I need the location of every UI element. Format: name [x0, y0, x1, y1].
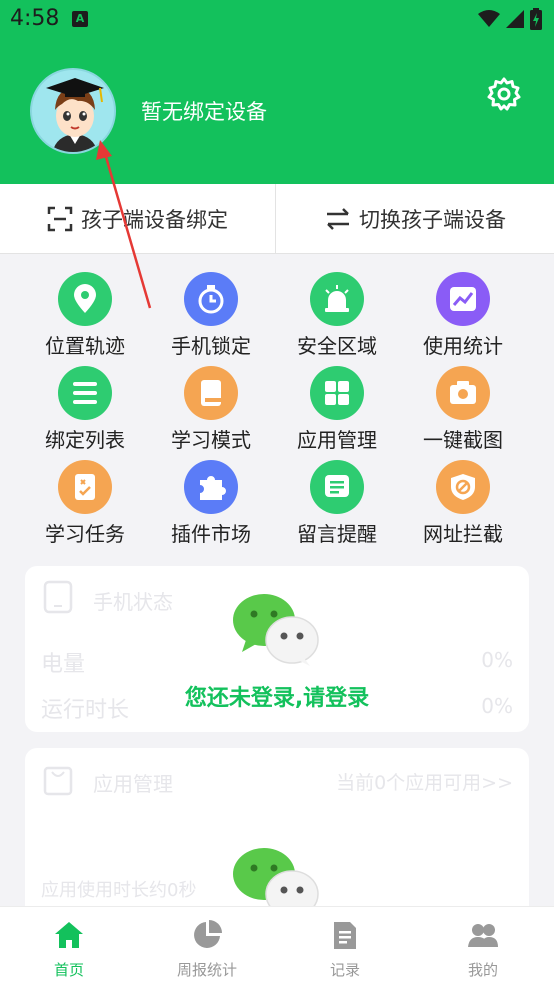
notification-badge: A [72, 11, 88, 27]
feature-label: 位置轨迹 [45, 334, 125, 358]
login-prompt[interactable]: 您还未登录,请登录 [0, 680, 554, 712]
battery-icon [530, 8, 542, 30]
feature-label: 网址拦截 [423, 522, 503, 546]
bind-device-label: 孩子端设备绑定 [81, 207, 228, 232]
message-icon [310, 460, 364, 514]
task-checklist-icon [58, 460, 112, 514]
feature-safe-zone[interactable]: 安全区域 [274, 272, 400, 366]
avatar[interactable] [30, 68, 116, 154]
app-manage-title: 应用管理 [93, 772, 173, 796]
wechat-icon[interactable] [232, 592, 322, 668]
status-bar: 4:58 A [0, 0, 554, 38]
feature-location-track[interactable]: 位置轨迹 [22, 272, 148, 366]
bind-status-text: 暂无绑定设备 [141, 100, 267, 124]
bottom-nav: 首页 周报统计 记录 我的 [0, 906, 554, 984]
nav-weekly-report[interactable]: 周报统计 [138, 907, 276, 984]
signal-icon [506, 10, 524, 28]
bind-device-button[interactable]: 孩子端设备绑定 [0, 184, 276, 253]
status-time: 4:58 [10, 6, 60, 31]
feature-app-manage[interactable]: 应用管理 [274, 366, 400, 460]
timer-icon [184, 272, 238, 326]
phone-status-title: 手机状态 [93, 590, 173, 614]
phone-icon [43, 580, 73, 614]
gear-icon[interactable] [487, 77, 521, 111]
battery-value: 0% [481, 648, 513, 672]
nav-mine[interactable]: 我的 [414, 907, 552, 984]
book-icon [184, 366, 238, 420]
app-grid-icon [310, 366, 364, 420]
switch-device-button[interactable]: 切换孩子端设备 [277, 184, 554, 253]
home-icon [55, 922, 83, 948]
document-icon [334, 922, 356, 949]
device-bind-bar: 孩子端设备绑定 切换孩子端设备 [0, 184, 554, 254]
feature-bind-list[interactable]: 绑定列表 [22, 366, 148, 460]
feature-label: 学习模式 [171, 428, 251, 452]
puzzle-icon [184, 460, 238, 514]
nav-label: 首页 [53, 961, 84, 979]
feature-message-reminder[interactable]: 留言提醒 [274, 460, 400, 554]
scan-icon [47, 206, 73, 231]
feature-label: 手机锁定 [171, 334, 251, 358]
wechat-icon [233, 848, 319, 908]
feature-usage-stats[interactable]: 使用统计 [400, 272, 526, 366]
swap-arrows-icon [327, 207, 349, 230]
feature-phone-lock[interactable]: 手机锁定 [148, 272, 274, 366]
bag-icon [43, 766, 73, 796]
alarm-lamp-icon [310, 272, 364, 326]
battery-label: 电量 [41, 652, 86, 677]
feature-screenshot[interactable]: 一键截图 [400, 366, 526, 460]
status-icons [478, 8, 542, 30]
feature-label: 安全区域 [297, 334, 377, 358]
feature-label: 留言提醒 [297, 522, 377, 546]
nav-label: 记录 [329, 961, 360, 979]
block-shield-icon [436, 460, 490, 514]
location-pin-icon [58, 272, 112, 326]
feature-study-task[interactable]: 学习任务 [22, 460, 148, 554]
nav-label: 我的 [467, 961, 498, 979]
feature-url-block[interactable]: 网址拦截 [400, 460, 526, 554]
feature-plugin-market[interactable]: 插件市场 [148, 460, 274, 554]
nav-records[interactable]: 记录 [276, 907, 414, 984]
apps-available-link[interactable]: 当前0个应用可用>> [336, 768, 513, 795]
feature-label: 使用统计 [423, 334, 503, 358]
feature-study-mode[interactable]: 学习模式 [148, 366, 274, 460]
profile-header: 4:58 A 暂无绑定设备 [0, 0, 554, 184]
camera-icon [436, 366, 490, 420]
users-icon [468, 924, 498, 947]
trend-chart-icon [436, 272, 490, 326]
wifi-icon [478, 10, 500, 27]
list-icon [58, 366, 112, 420]
feature-label: 一键截图 [423, 428, 503, 452]
pie-chart-icon [194, 920, 222, 948]
switch-device-label: 切换孩子端设备 [359, 207, 506, 232]
feature-label: 绑定列表 [45, 428, 125, 452]
feature-label: 学习任务 [45, 522, 125, 546]
nav-home[interactable]: 首页 [0, 907, 138, 984]
nav-label: 周报统计 [176, 961, 237, 979]
feature-label: 插件市场 [171, 522, 251, 546]
app-usage-text: 应用使用时长约0秒 [41, 880, 197, 901]
feature-label: 应用管理 [297, 428, 377, 452]
